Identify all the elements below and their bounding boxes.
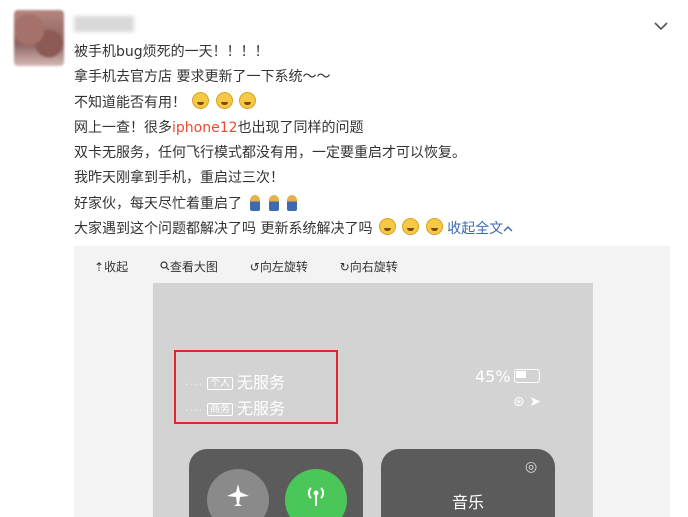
image-toolbar: ⇡收起 查看大图 ↺向左旋转 ↻向右旋转 <box>94 258 426 275</box>
shrug-emoji-icon <box>268 194 279 211</box>
airplane-mode-button[interactable] <box>207 469 269 517</box>
airplay-icon[interactable]: ◎ <box>525 459 537 475</box>
post-text: 被手机bug烦死的一天！！！！ 拿手机去官方店 要求更新了一下系统～～ 不知道能… <box>74 40 664 242</box>
post-line: 网上一查！很多iphone12也出现了同样的问题 <box>74 116 664 141</box>
music-panel[interactable]: ◎ 音乐 <box>381 449 555 517</box>
crying-emoji-icon <box>239 91 257 109</box>
location-arrow-icon: ➤ <box>529 394 541 410</box>
post-line: 好家伙，每天尽忙着重启了 <box>74 192 664 217</box>
highlight-text: iphone12 <box>172 119 238 136</box>
crying-emoji-icon <box>378 218 396 236</box>
post-line: 不知道能否有用！ <box>74 91 664 116</box>
avatar[interactable] <box>14 10 64 66</box>
rotate-right-button[interactable]: ↻向右旋转 <box>340 260 412 274</box>
post-line-text: 不知道能否有用！ <box>74 94 186 111</box>
post-line: 我昨天刚拿到手机，重启过三次！ <box>74 170 284 187</box>
image-card: ⇡收起 查看大图 ↺向左旋转 ↻向右旋转 ···· 个人 无服务 ···· 商务 无服务… <box>74 246 670 517</box>
crying-emoji-icon <box>402 218 420 236</box>
view-large-button[interactable]: 查看大图 <box>160 260 236 274</box>
connectivity-panel <box>189 449 363 517</box>
rotate-left-button[interactable]: ↺向左旋转 <box>250 260 322 274</box>
screenshot-image[interactable]: ···· 个人 无服务 ···· 商务 无服务 45% ⊛ ➤ ◎ 音乐 <box>153 283 593 517</box>
post-line: 双卡无服务，任何飞行模式都没有用，一定要重启才可以恢复。 <box>74 145 466 162</box>
crying-emoji-icon <box>425 218 443 236</box>
shrug-emoji-icon <box>287 194 298 211</box>
post-line-text: 好家伙，每天尽忙着重启了 <box>74 195 242 212</box>
music-label: 音乐 <box>452 493 485 512</box>
post-line: 被手机bug烦死的一天！！！！ <box>74 44 269 60</box>
collapse-button[interactable]: ⇡收起 <box>94 260 142 274</box>
shrug-emoji-icon <box>250 194 261 211</box>
crying-emoji-icon <box>192 91 210 109</box>
crying-emoji-icon <box>215 91 233 109</box>
cellular-data-button[interactable] <box>285 469 347 517</box>
post-line-text: 大家遇到这个问题都解决了吗 更新系统解决了吗 <box>74 221 373 238</box>
highlight-box <box>174 350 338 424</box>
airplane-icon <box>227 484 249 506</box>
post-line-text: 网上一查！很多 <box>74 119 172 136</box>
post-line-text: 也出现了同样的问题 <box>237 119 364 136</box>
chevron-down-icon[interactable] <box>652 18 670 36</box>
status-icons: ⊛ ➤ <box>513 394 541 410</box>
post-line: 大家遇到这个问题都解决了吗 更新系统解决了吗 收起全文 <box>74 217 664 242</box>
chevron-up-icon <box>503 226 513 232</box>
post-line: 拿手机去官方店 要求更新了一下系统～～ <box>74 69 331 86</box>
username-blurred[interactable] <box>74 16 134 32</box>
battery-icon <box>513 369 540 383</box>
search-icon <box>160 261 170 271</box>
antenna-icon <box>307 487 325 506</box>
collapse-link[interactable]: 收起全文 <box>447 221 513 237</box>
rotation-lock-icon: ⊛ <box>513 394 525 410</box>
battery-status: 45% <box>475 367 540 386</box>
